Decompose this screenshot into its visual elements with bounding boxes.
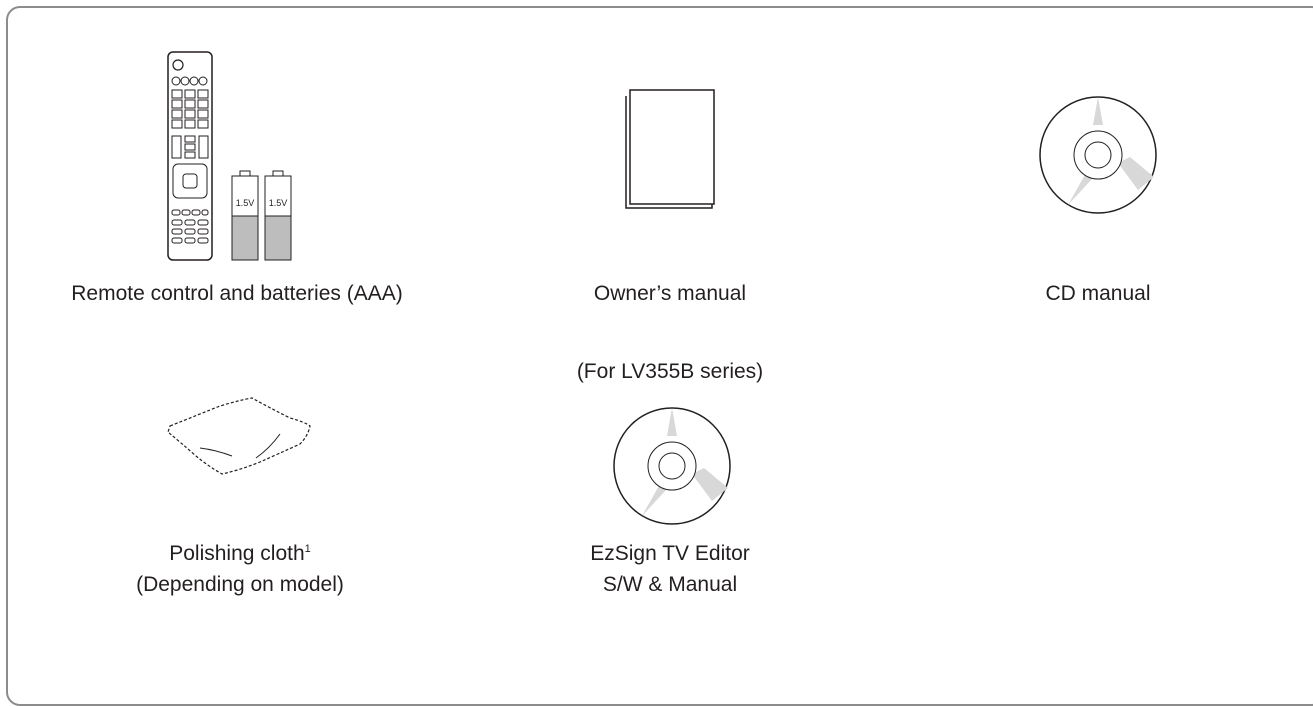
battery-label: 1.5V bbox=[236, 198, 255, 208]
polishing-cloth-title: Polishing cloth bbox=[169, 542, 305, 565]
footnote-marker: 1 bbox=[304, 543, 311, 555]
polishing-cloth-note: (Depending on model) bbox=[136, 573, 344, 596]
polishing-cloth-icon bbox=[167, 397, 311, 475]
ezsign-label: EzSign TV Editor S/W & Manual bbox=[500, 538, 840, 600]
battery-icon: 1.5V bbox=[231, 170, 259, 261]
booklet-icon bbox=[625, 89, 715, 209]
compact-disc-icon bbox=[1039, 96, 1157, 214]
remote-control-icon bbox=[167, 51, 213, 261]
remote-control-label: Remote control and batteries (AAA) bbox=[71, 282, 403, 305]
battery-icon: 1.5V bbox=[264, 170, 292, 261]
cd-manual-label: CD manual bbox=[1045, 282, 1151, 305]
compact-disc-icon bbox=[613, 407, 731, 525]
battery-label: 1.5V bbox=[269, 198, 288, 208]
ezsign-title: EzSign TV Editor bbox=[590, 542, 750, 565]
model-note: (For LV355B series) bbox=[576, 360, 764, 383]
owners-manual-label: Owner’s manual bbox=[593, 282, 747, 305]
polishing-cloth-label: Polishing cloth1 (Depending on model) bbox=[80, 538, 400, 600]
ezsign-subtitle: S/W & Manual bbox=[602, 573, 738, 596]
